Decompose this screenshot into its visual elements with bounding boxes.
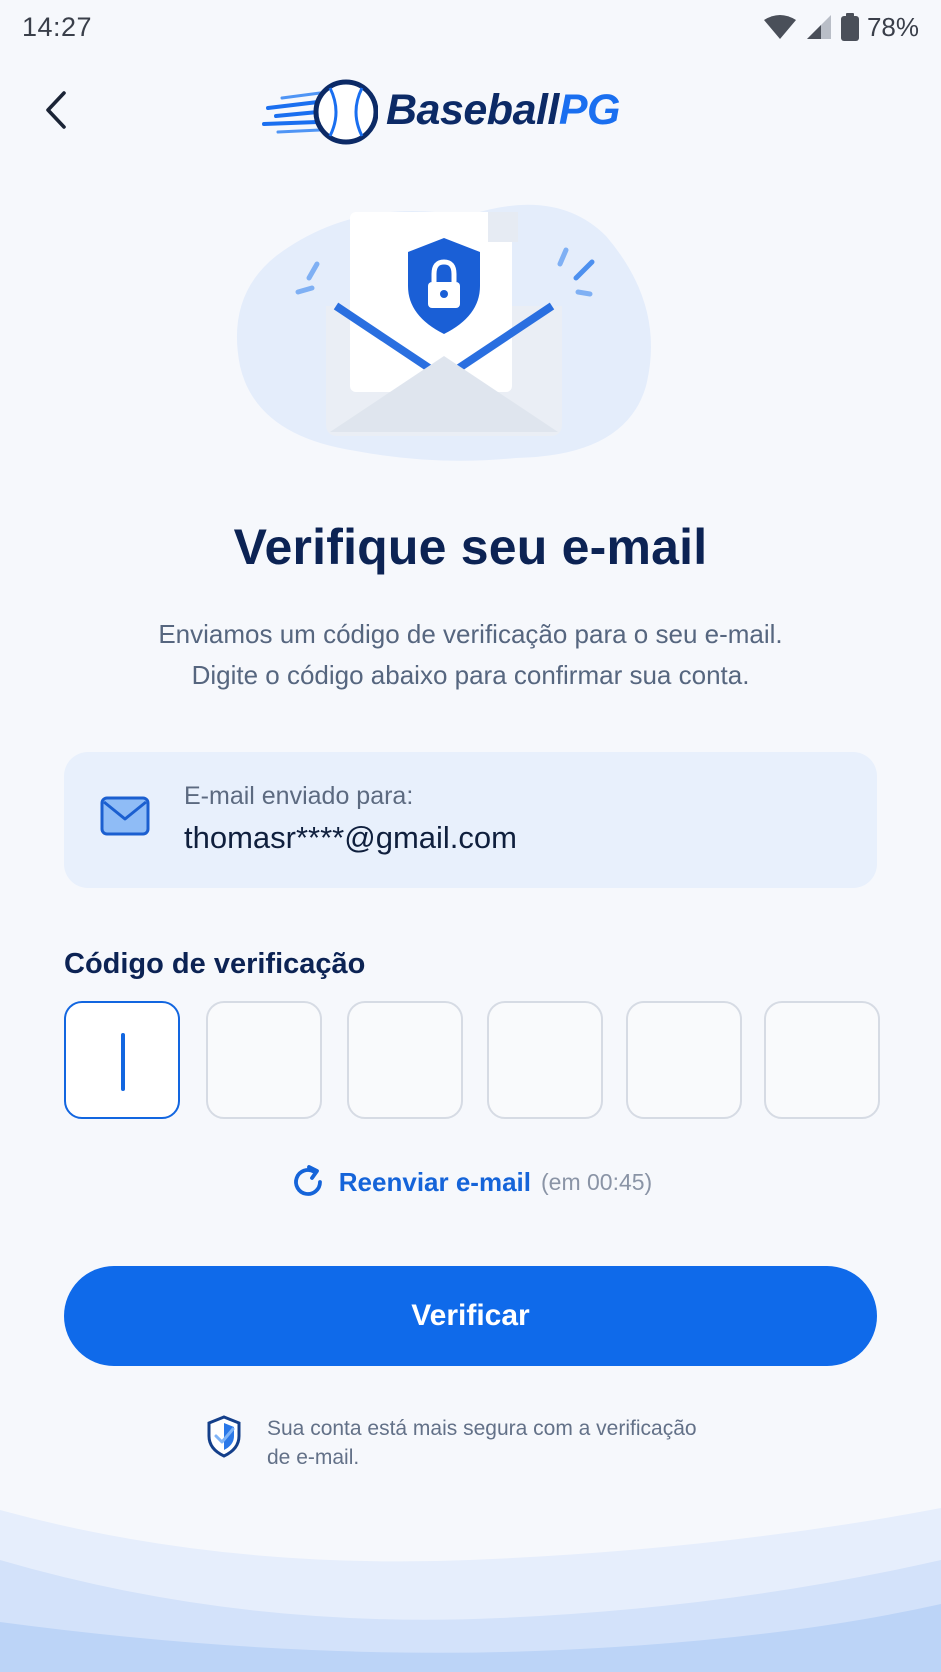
status-bar: 14:27 78%	[0, 0, 941, 54]
envelope-lock-illustration	[236, 196, 696, 496]
baseball-logo-icon	[262, 79, 378, 145]
app-header: BaseballPG	[0, 60, 941, 160]
security-text-line-2: de e-mail.	[267, 1446, 360, 1469]
page-subtitle: Enviamos um código de verificação para o…	[0, 614, 941, 696]
code-digit-4[interactable]	[487, 1001, 603, 1119]
wifi-icon	[763, 15, 796, 39]
security-text-line-1: Sua conta está mais segura com a verific…	[267, 1417, 697, 1440]
text-caret	[121, 1033, 125, 1091]
resend-email-link[interactable]: Reenviar e-mail (em 00:45)	[0, 1163, 941, 1201]
code-digit-1[interactable]	[64, 1001, 180, 1119]
page-title: Verifique seu e-mail	[233, 519, 708, 575]
status-time: 14:27	[22, 11, 93, 42]
code-digit-3[interactable]	[347, 1001, 463, 1119]
code-label: Código de verificação	[64, 948, 366, 980]
app-logo: BaseballPG	[262, 72, 621, 148]
email-sent-card: E-mail enviado para: thomasr****@gmail.c…	[64, 752, 877, 888]
resend-label[interactable]: Reenviar e-mail	[339, 1167, 531, 1198]
logo-text: BaseballPG	[386, 85, 621, 134]
code-digit-2[interactable]	[206, 1001, 322, 1119]
refresh-icon	[293, 1165, 322, 1196]
email-sent-label: E-mail enviado para:	[184, 782, 414, 810]
resend-timer: (em 00:45)	[541, 1168, 653, 1195]
mail-icon	[100, 796, 150, 836]
battery-icon	[840, 13, 859, 41]
email-address: thomasr****@gmail.com	[184, 820, 517, 855]
status-icons: 78%	[763, 12, 919, 43]
shield-check-icon	[207, 1415, 241, 1458]
subtitle-line-2: Digite o código abaixo para confirmar su…	[191, 660, 750, 690]
decorative-waves	[0, 1508, 941, 1672]
subtitle-line-1: Enviamos um código de verificação para o…	[158, 619, 783, 649]
code-digit-5[interactable]	[626, 1001, 742, 1119]
security-note: Sua conta está mais segura com a verific…	[205, 1414, 765, 1472]
signal-icon	[806, 15, 831, 39]
code-digit-6[interactable]	[764, 1001, 880, 1119]
verify-button[interactable]: Verificar	[64, 1266, 877, 1366]
back-button[interactable]	[30, 80, 82, 140]
security-text: Sua conta está mais segura com a verific…	[267, 1414, 697, 1472]
battery-percentage: 78%	[866, 11, 919, 42]
chevron-left-icon	[46, 91, 66, 129]
